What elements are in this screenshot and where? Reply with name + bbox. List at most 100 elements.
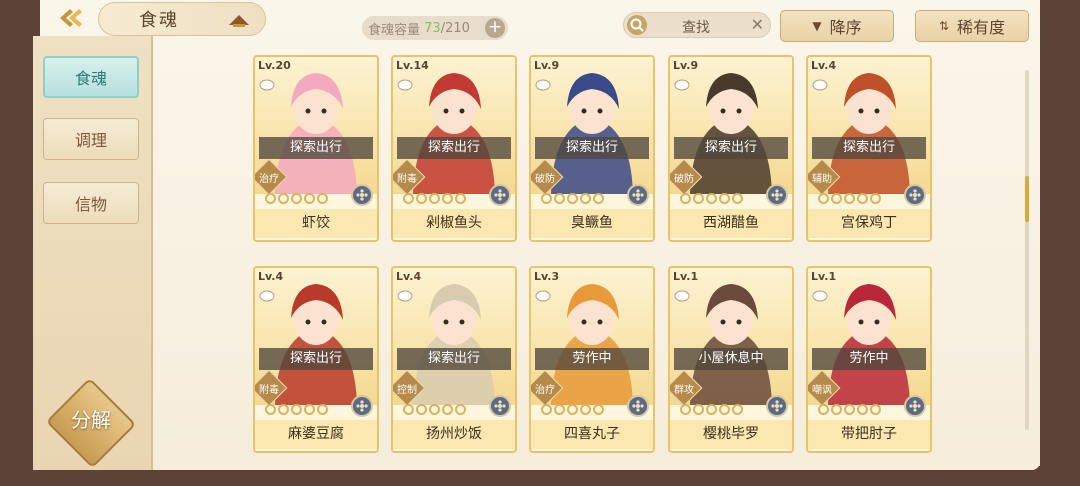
star-icon <box>554 193 565 204</box>
star-rating <box>265 193 328 204</box>
level-label: Lv.9 <box>673 59 699 72</box>
sort-field-button[interactable]: ⇅ 稀有度 <box>915 10 1029 42</box>
sort-field-label: 稀有度 <box>957 18 1006 37</box>
star-icon <box>442 193 453 204</box>
star-icon <box>693 193 704 204</box>
star-icon <box>719 404 730 415</box>
character-name: 虾饺 <box>255 209 377 238</box>
food-soul-card[interactable]: Lv.4 探索出行 附毒 麻婆豆腐 <box>253 266 379 453</box>
star-icon <box>680 404 691 415</box>
scrollbar-thumb[interactable] <box>1025 176 1029 222</box>
sort-arrows-icon: ⇅ <box>938 19 950 33</box>
chat-bubble-icon <box>535 290 551 302</box>
food-soul-card[interactable]: Lv.1 劳作中 嘲讽 带把肘子 <box>806 266 932 453</box>
character-name: 宫保鸡丁 <box>808 209 930 238</box>
role-label: 治疗 <box>259 174 279 185</box>
food-soul-card[interactable]: Lv.9 探索出行 破防 西湖醋鱼 <box>668 55 794 242</box>
flower-emblem-icon <box>771 189 783 201</box>
triangle-down-icon: ▼ <box>812 19 822 33</box>
chevron-left-icon <box>60 9 82 27</box>
chat-bubble-icon <box>674 79 690 91</box>
sidebar-item-tokens[interactable]: 信物 <box>43 182 139 224</box>
add-capacity-button[interactable]: + <box>485 18 505 38</box>
food-soul-card[interactable]: Lv.3 劳作中 治疗 四喜丸子 <box>529 266 655 453</box>
star-rating <box>818 193 881 204</box>
star-icon <box>580 193 591 204</box>
food-soul-card[interactable]: Lv.4 探索出行 控制 扬州炒饭 <box>391 266 517 453</box>
chat-bubble-icon <box>812 290 828 302</box>
role-label: 嘲讽 <box>812 385 832 396</box>
chat-bubble-icon <box>259 290 275 302</box>
star-icon <box>870 404 881 415</box>
element-emblem <box>627 184 649 206</box>
character-name: 麻婆豆腐 <box>255 420 377 449</box>
capacity-current: 73 <box>424 20 441 36</box>
level-label: Lv.1 <box>673 270 699 283</box>
status-label: 小屋休息中 <box>674 348 788 370</box>
level-label: Lv.4 <box>811 59 837 72</box>
star-icon <box>593 193 604 204</box>
star-icon <box>455 193 466 204</box>
role-label: 控制 <box>397 385 417 396</box>
star-icon <box>403 193 414 204</box>
star-rating <box>541 404 604 415</box>
element-emblem <box>351 395 373 417</box>
star-icon <box>278 404 289 415</box>
star-rating <box>265 404 328 415</box>
element-emblem <box>351 184 373 206</box>
role-label: 辅助 <box>812 174 832 185</box>
element-emblem <box>904 395 926 417</box>
food-soul-card[interactable]: Lv.9 探索出行 破防 臭鳜鱼 <box>529 55 655 242</box>
flower-emblem-icon <box>356 400 368 412</box>
title-tab: 食魂 <box>98 2 266 36</box>
role-label: 附毒 <box>259 385 279 396</box>
level-label: Lv.20 <box>258 59 291 72</box>
flower-emblem-icon <box>356 189 368 201</box>
flower-emblem-icon <box>909 189 921 201</box>
sidebar-item-conditioning[interactable]: 调理 <box>43 118 139 160</box>
chat-bubble-icon <box>397 79 413 91</box>
star-icon <box>831 193 842 204</box>
search-placeholder: 查找 <box>682 20 710 36</box>
page-title: 食魂 <box>139 10 179 31</box>
scrollbar-track[interactable] <box>1025 70 1029 430</box>
capacity-indicator: 食魂容量 73 /210 + <box>362 16 508 40</box>
star-icon <box>706 193 717 204</box>
star-icon <box>317 404 328 415</box>
element-emblem <box>766 395 788 417</box>
star-icon <box>732 193 743 204</box>
capacity-label: 食魂容量 <box>368 22 421 38</box>
star-rating <box>680 404 743 415</box>
food-soul-card[interactable]: Lv.4 探索出行 辅助 宫保鸡丁 <box>806 55 932 242</box>
food-soul-card[interactable]: Lv.14 探索出行 附毒 剁椒鱼头 <box>391 55 517 242</box>
status-label: 探索出行 <box>259 348 373 370</box>
star-icon <box>416 193 427 204</box>
star-rating <box>541 193 604 204</box>
star-icon <box>265 193 276 204</box>
back-button[interactable] <box>50 4 90 32</box>
star-rating <box>403 404 466 415</box>
capacity-max: /210 <box>440 20 470 36</box>
food-soul-card[interactable]: Lv.20 探索出行 治疗 虾饺 <box>253 55 379 242</box>
flower-emblem-icon <box>632 189 644 201</box>
level-label: Lv.4 <box>258 270 284 283</box>
close-icon[interactable]: ✕ <box>751 15 764 34</box>
status-label: 探索出行 <box>535 137 649 159</box>
status-label: 劳作中 <box>812 348 926 370</box>
star-icon <box>429 193 440 204</box>
star-icon <box>844 193 855 204</box>
star-icon <box>732 404 743 415</box>
star-icon <box>455 404 466 415</box>
sort-order-button[interactable]: ▼ 降序 <box>780 10 894 42</box>
level-label: Lv.3 <box>534 270 560 283</box>
character-name: 四喜丸子 <box>531 420 653 449</box>
star-icon <box>593 404 604 415</box>
element-emblem <box>489 184 511 206</box>
food-soul-card[interactable]: Lv.1 小屋休息中 群攻 樱桃毕罗 <box>668 266 794 453</box>
search-input[interactable]: 查找 ✕ <box>623 12 771 38</box>
level-label: Lv.9 <box>534 59 560 72</box>
star-icon <box>857 404 868 415</box>
star-rating <box>680 193 743 204</box>
sidebar-item-food-soul[interactable]: 食魂 <box>43 56 139 98</box>
star-icon <box>567 193 578 204</box>
